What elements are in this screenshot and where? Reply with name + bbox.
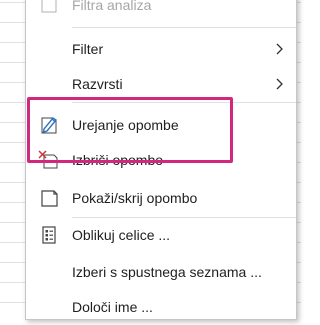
format-cells-icon (38, 224, 60, 246)
menu-item-define-name[interactable]: Določi ime ... (26, 289, 296, 325)
menu-item-format-cells[interactable]: Oblikuj celice ... (26, 217, 296, 253)
show-hide-note-icon (38, 187, 60, 209)
filter-analysis-icon (38, 0, 60, 16)
menu-item-label: Filter (72, 41, 104, 57)
menu-item-label: Oblikuj celice ... (72, 227, 171, 243)
menu-item-pick-from-dropdown[interactable]: Izberi s spustnega seznama ... (26, 254, 296, 290)
menu-item-label: Izberi s spustnega seznama ... (72, 264, 262, 280)
chevron-right-icon (276, 43, 283, 55)
menu-item-label: Določi ime ... (72, 299, 153, 315)
menu-item-label: Filtra analiza (72, 0, 152, 13)
chevron-right-icon (276, 78, 283, 90)
menu-item-label: Razvrsti (72, 76, 123, 92)
menu-item-label: Urejanje opombe (72, 117, 179, 133)
edit-note-icon (38, 114, 60, 136)
menu-item-label: Pokaži/skrij opombo (72, 190, 198, 206)
menu-item-filter[interactable]: Filter (26, 31, 296, 67)
menu-item-filter-analysis: Filtra analiza (26, 0, 296, 23)
delete-note-icon (38, 149, 60, 171)
menu-separator (72, 102, 296, 103)
menu-item-delete-note[interactable]: Izbriši opombo (26, 142, 296, 178)
context-menu: Filtra analiza Filter Razvrsti Urejanje … (25, 0, 297, 320)
menu-item-label: Izbriši opombo (72, 152, 164, 168)
menu-item-edit-note[interactable]: Urejanje opombe (26, 107, 296, 143)
menu-item-sort[interactable]: Razvrsti (26, 66, 296, 102)
menu-item-show-hide-note[interactable]: Pokaži/skrij opombo (26, 180, 296, 216)
menu-separator (72, 27, 296, 28)
